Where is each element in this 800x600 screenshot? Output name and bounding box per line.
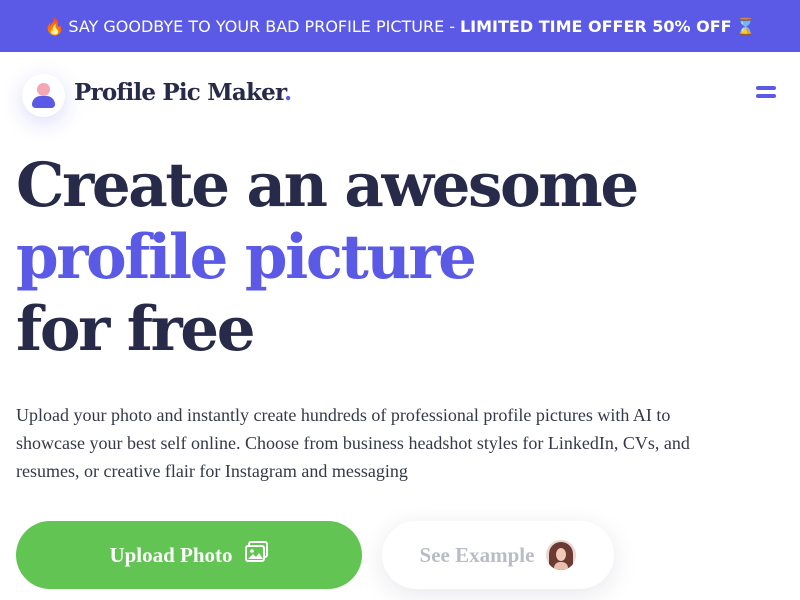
headline-line-1: Create an awesome	[16, 150, 639, 221]
promo-offer: LIMITED TIME OFFER 50% OFF	[459, 16, 732, 36]
upload-photo-label: Upload Photo	[109, 542, 233, 567]
hamburger-menu-icon[interactable]	[750, 82, 780, 106]
site-header: Profile Pic Maker.	[0, 52, 800, 140]
user-icon[interactable]	[22, 74, 65, 117]
promo-separator: -	[449, 16, 455, 36]
menu-line	[756, 86, 776, 90]
logo[interactable]: Profile Pic Maker.	[74, 79, 292, 106]
logo-body	[32, 96, 55, 108]
hero-description: Upload your photo and instantly create h…	[16, 405, 690, 481]
hero-headline: Create an awesome profile picture for fr…	[16, 150, 776, 366]
logo-head	[37, 83, 50, 96]
see-example-button[interactable]: See Example	[382, 521, 614, 589]
avatar	[546, 540, 577, 570]
hourglass-icon: ⌛	[735, 16, 756, 36]
headline-line-3: for free	[16, 294, 256, 365]
upload-photo-button[interactable]: Upload Photo	[16, 521, 362, 589]
headline-line-2: profile picture	[16, 222, 477, 293]
image-upload-icon	[244, 541, 269, 569]
see-example-label: See Example	[419, 542, 535, 567]
menu-line	[756, 94, 776, 98]
fire-icon: 🔥	[44, 16, 65, 36]
logo-text: Profile Pic Maker	[74, 79, 285, 106]
logo-dot: .	[284, 79, 292, 106]
promo-banner[interactable]: 🔥 SAY GOODBYE TO YOUR BAD PROFILE PICTUR…	[0, 0, 800, 52]
avatar-neck	[554, 562, 569, 570]
promo-text: SAY GOODBYE TO YOUR BAD PROFILE PICTURE	[68, 16, 445, 36]
